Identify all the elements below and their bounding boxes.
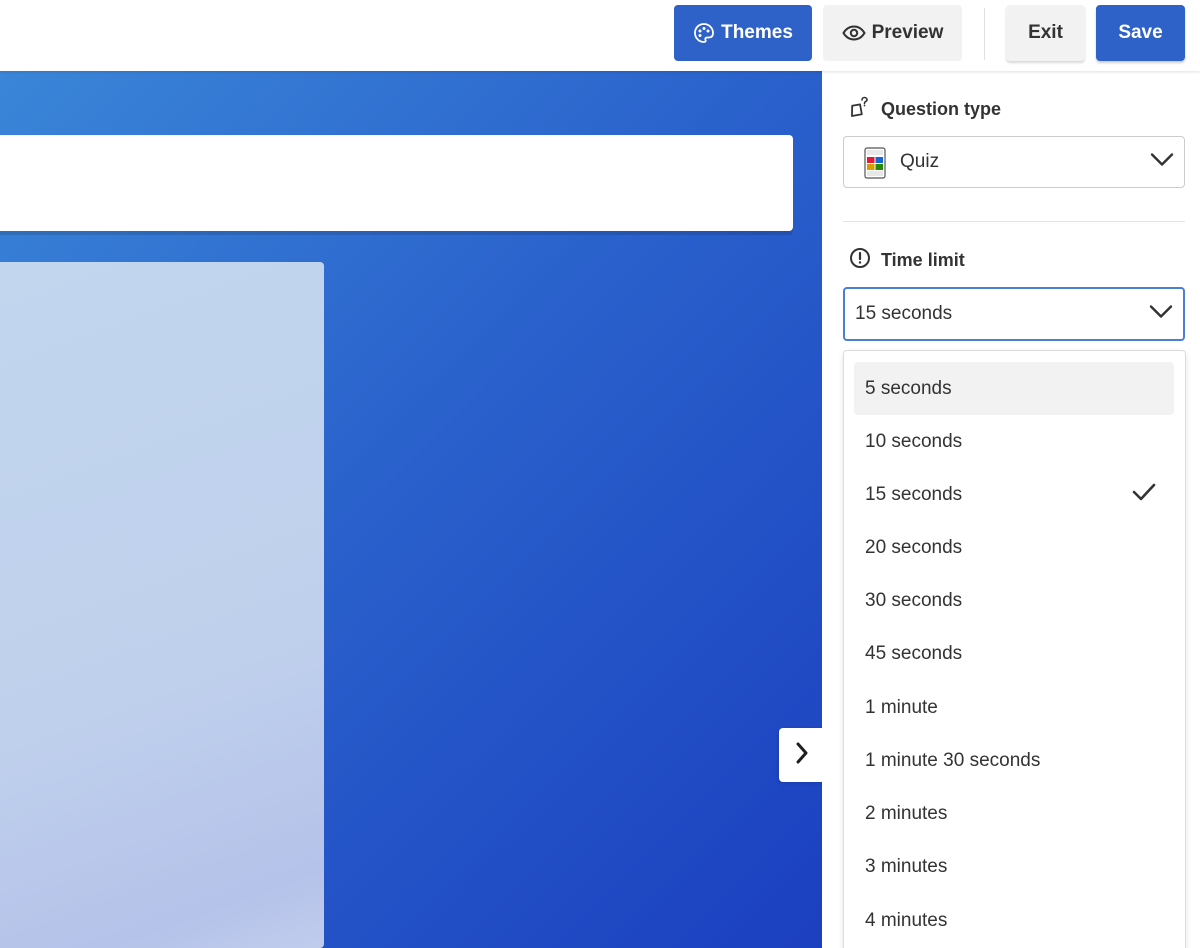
time-option[interactable]: 20 seconds [854,521,1174,574]
chevron-down-icon [1150,153,1174,172]
option-label: 2 minutes [865,802,948,824]
exit-button[interactable]: Exit [1006,5,1085,61]
eye-icon [841,25,866,41]
time-option[interactable]: 3 minutes [854,840,1174,893]
option-label: 30 seconds [865,589,963,611]
checkmark-icon [1132,482,1156,508]
time-option[interactable]: 15 seconds [854,468,1174,521]
time-limit-heading: Time limit [849,247,965,274]
option-label: 45 seconds [865,642,963,664]
option-label: 3 minutes [865,855,948,877]
themes-button-label: Themes [721,22,793,43]
top-bar: Themes Preview Exit Save [0,0,1200,71]
time-limit-options-list: 5 seconds 10 seconds 15 seconds 20 secon… [843,350,1186,948]
clock-icon [849,247,871,274]
question-type-heading: Question type [849,96,1001,123]
time-option[interactable]: 45 seconds [854,627,1174,680]
option-label: 5 seconds [865,377,952,399]
themes-button[interactable]: Themes [674,5,812,61]
section-divider [843,221,1185,222]
time-option[interactable]: 4 minutes [854,894,1174,947]
option-label: 1 minute 30 seconds [865,749,1041,771]
time-option[interactable]: 5 seconds [854,362,1174,415]
time-option[interactable]: 1 minute 30 seconds [854,734,1174,787]
option-label: 20 seconds [865,536,963,558]
preview-button-label: Preview [871,22,944,43]
time-option[interactable]: 30 seconds [854,574,1174,627]
time-limit-label: Time limit [881,250,965,270]
question-type-label: Question type [881,99,1002,119]
time-limit-select[interactable]: 15 seconds [843,287,1185,341]
time-option[interactable]: 2 minutes [854,787,1174,840]
time-limit-value: 15 seconds [855,303,953,324]
shapes-icon [849,96,871,123]
time-option[interactable]: 10 seconds [854,415,1174,468]
save-button[interactable]: Save [1096,5,1185,61]
option-label: 1 minute [865,696,938,718]
question-type-value: Quiz [900,151,940,172]
chevron-down-icon [1149,305,1173,324]
palette-icon [693,22,715,44]
question-title-input[interactable] [0,135,793,231]
time-option[interactable]: 1 minute [854,681,1174,734]
quiz-grid-icon [864,147,886,184]
option-label: 10 seconds [865,430,963,452]
toolbar-divider [984,8,985,60]
media-upload-area[interactable] [0,262,324,948]
option-label: 4 minutes [865,909,948,931]
preview-button[interactable]: Preview [823,5,962,61]
question-type-select[interactable]: Quiz [843,136,1185,188]
chevron-right-icon [794,741,810,770]
expand-panel-button[interactable] [779,728,822,782]
option-label: 15 seconds [865,483,963,505]
slide-canvas [0,71,822,948]
